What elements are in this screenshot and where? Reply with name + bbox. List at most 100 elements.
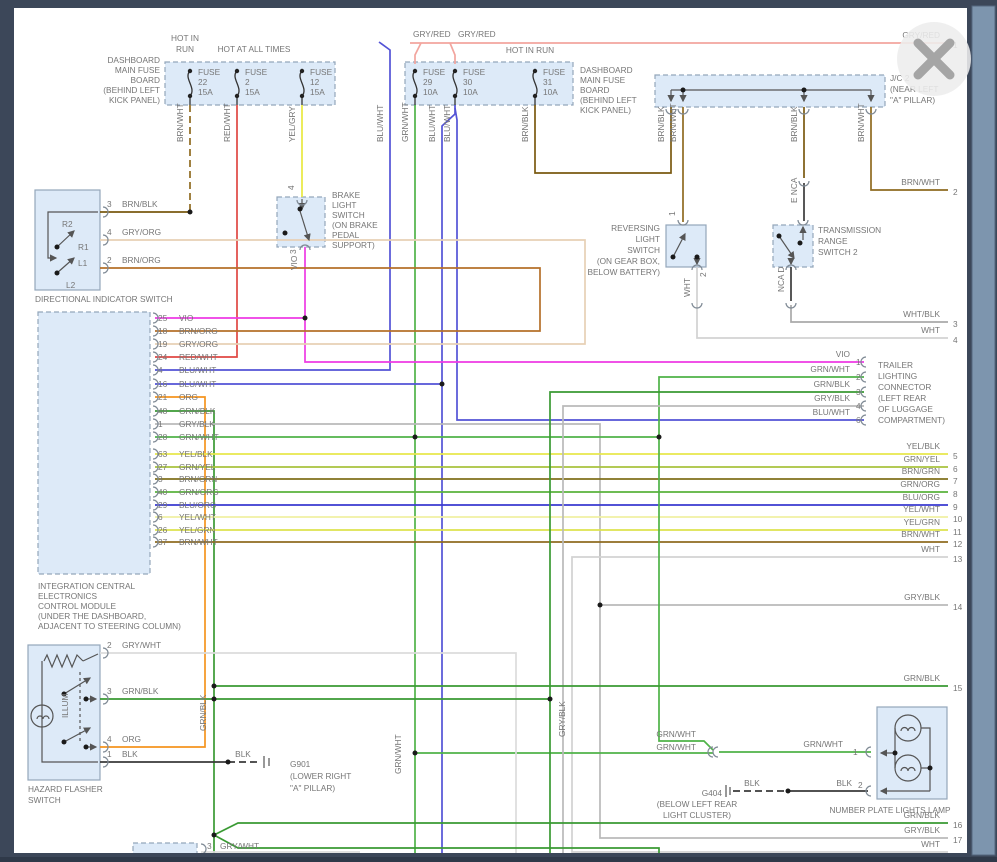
diagram-label: 1 xyxy=(853,747,858,757)
diagram-label: TRAILER xyxy=(878,360,913,370)
diagram-label: "A" PILLAR) xyxy=(290,783,335,793)
module-pin-number: 26 xyxy=(158,525,168,535)
diagram-label: LIGHT CLUSTER) xyxy=(663,810,731,820)
junction-dot xyxy=(657,435,662,440)
junction-dot xyxy=(298,207,303,212)
right-pin-number: 3 xyxy=(953,319,958,329)
close-button[interactable] xyxy=(897,22,971,96)
diagram-label: BRAKE xyxy=(332,190,361,200)
diagram-label: LIGHT xyxy=(636,234,660,244)
diagram-label: GRY/RED xyxy=(413,29,451,39)
right-pin-number: 4 xyxy=(953,335,958,345)
fuse-label: FUSE xyxy=(245,67,268,77)
diagram-label: E NCA xyxy=(789,177,799,203)
module-pin-wire-label: BRN/WHT xyxy=(179,537,218,547)
diagram-label: 4 xyxy=(107,227,112,237)
diagram-label: R1 xyxy=(78,242,89,252)
frame-left xyxy=(0,0,14,857)
module-pin-wire-label: GRY/ORG xyxy=(179,339,218,349)
diagram-label: BLU/WHT xyxy=(375,105,385,142)
diagram-label: RED/WHT xyxy=(222,103,232,142)
diagram-label: GRY/ORG xyxy=(122,227,161,237)
diagram-label: GRN/WHT xyxy=(803,739,843,749)
diagram-label: GRN/BLK xyxy=(198,694,208,731)
junction-dot xyxy=(62,740,67,745)
junction-dot xyxy=(802,88,807,93)
diagram-label: 2 xyxy=(107,640,112,650)
module-pin-number: 4 xyxy=(158,365,163,375)
trailer-pin-number: 1 xyxy=(856,357,861,367)
diagram-label: RANGE xyxy=(818,236,848,246)
diagram-label: G901 xyxy=(290,759,311,769)
diagram-label: PEDAL xyxy=(332,230,360,240)
junction-dot xyxy=(798,241,803,246)
trailer-pin-number: 4 xyxy=(856,401,861,411)
diagram-label: MAIN FUSE xyxy=(115,65,161,75)
fuse-contact-dot xyxy=(188,69,192,73)
diagram-label: BRN/WHT xyxy=(668,103,678,142)
junction-dot xyxy=(283,231,288,236)
fuse-label: 10A xyxy=(543,87,558,97)
right-pin-number: 10 xyxy=(953,514,963,524)
diagram-label: ILLUM xyxy=(60,693,70,718)
fuse-label: 15A xyxy=(245,87,260,97)
fuse-label: 2 xyxy=(245,77,250,87)
fuse-contact-dot xyxy=(300,69,304,73)
diagram-label: VIO xyxy=(289,255,299,270)
module-pin-wire-label: YEL/BLK xyxy=(179,449,213,459)
right-wire-label: BRN/GRN xyxy=(902,466,940,476)
module-pin-wire-label: GRN/WHT xyxy=(179,432,219,442)
diagram-label: (ON GEAR BOX, xyxy=(597,256,660,266)
diagram-label: GRY/RED xyxy=(458,29,496,39)
diagram-label: (BEHIND LEFT xyxy=(580,95,637,105)
diagram-label: INTEGRATION CENTRAL xyxy=(38,581,135,591)
module-pin-number: 16 xyxy=(158,379,168,389)
diagram-label: BRN/BLK xyxy=(122,199,158,209)
right-wire-label: GRY/BLK xyxy=(904,592,940,602)
right-pin-number: 16 xyxy=(953,820,963,830)
diagram-label: SWITCH 2 xyxy=(818,247,858,257)
diagram-label: HOT IN RUN xyxy=(506,45,554,55)
fuse-contact-dot xyxy=(413,69,417,73)
diagram-label: 2 xyxy=(698,272,708,277)
junction-dot xyxy=(413,435,418,440)
module-pin-number: 40 xyxy=(158,487,168,497)
diagram-label: DIRECTIONAL INDICATOR SWITCH xyxy=(35,294,173,304)
module-pin-wire-label: VIO xyxy=(179,313,194,323)
diagram-label: GRN/WHT xyxy=(400,102,410,142)
diagram-label: GRY/BLK xyxy=(557,701,567,737)
junction-dot xyxy=(303,316,308,321)
diagram-label: L1 xyxy=(78,258,88,268)
scrollbar-track[interactable] xyxy=(972,6,995,855)
diagram-label: 3 xyxy=(288,249,298,254)
right-wire-label: YEL/GRN xyxy=(904,517,940,527)
fuse-contact-dot xyxy=(533,94,537,98)
junction-dot xyxy=(548,697,553,702)
module-pin-number: 1 xyxy=(158,419,163,429)
diagram-label: BOARD xyxy=(130,75,160,85)
diagram-label: DASHBOARD xyxy=(580,65,633,75)
right-pin-number: 7 xyxy=(953,476,958,486)
module-pin-number: 63 xyxy=(158,449,168,459)
diagram-label: BRN/BLK xyxy=(656,106,666,142)
diagram-label: BRN/WHT xyxy=(856,103,866,142)
right-wire-label: WHT xyxy=(921,839,940,849)
right-pin-number: 17 xyxy=(953,835,963,845)
diagram-label: GRN/WHT xyxy=(656,742,696,752)
module-pin-wire-label: BLU/WHT xyxy=(179,379,216,389)
diagram-label: CONNECTOR xyxy=(878,382,931,392)
junction-dot xyxy=(695,255,700,260)
frame-bottom xyxy=(0,853,997,857)
diagram-label: ELECTRONICS xyxy=(38,591,97,601)
diagram-label: (ON BRAKE xyxy=(332,220,378,230)
diagram-label: BRN/BLK xyxy=(789,106,799,142)
diagram-label: 3 xyxy=(207,841,212,851)
diagram-label: G404 xyxy=(702,788,723,798)
fuse-contact-dot xyxy=(413,94,417,98)
diagram-label: 3 xyxy=(107,686,112,696)
right-wire-label: YEL/BLK xyxy=(906,441,940,451)
module-pin-wire-label: BRN/ORG xyxy=(179,326,218,336)
trailer-pin-number: 6 xyxy=(856,415,861,425)
diagram-label: 1 xyxy=(667,211,677,216)
diagram-label: (LEFT REAR xyxy=(878,393,926,403)
